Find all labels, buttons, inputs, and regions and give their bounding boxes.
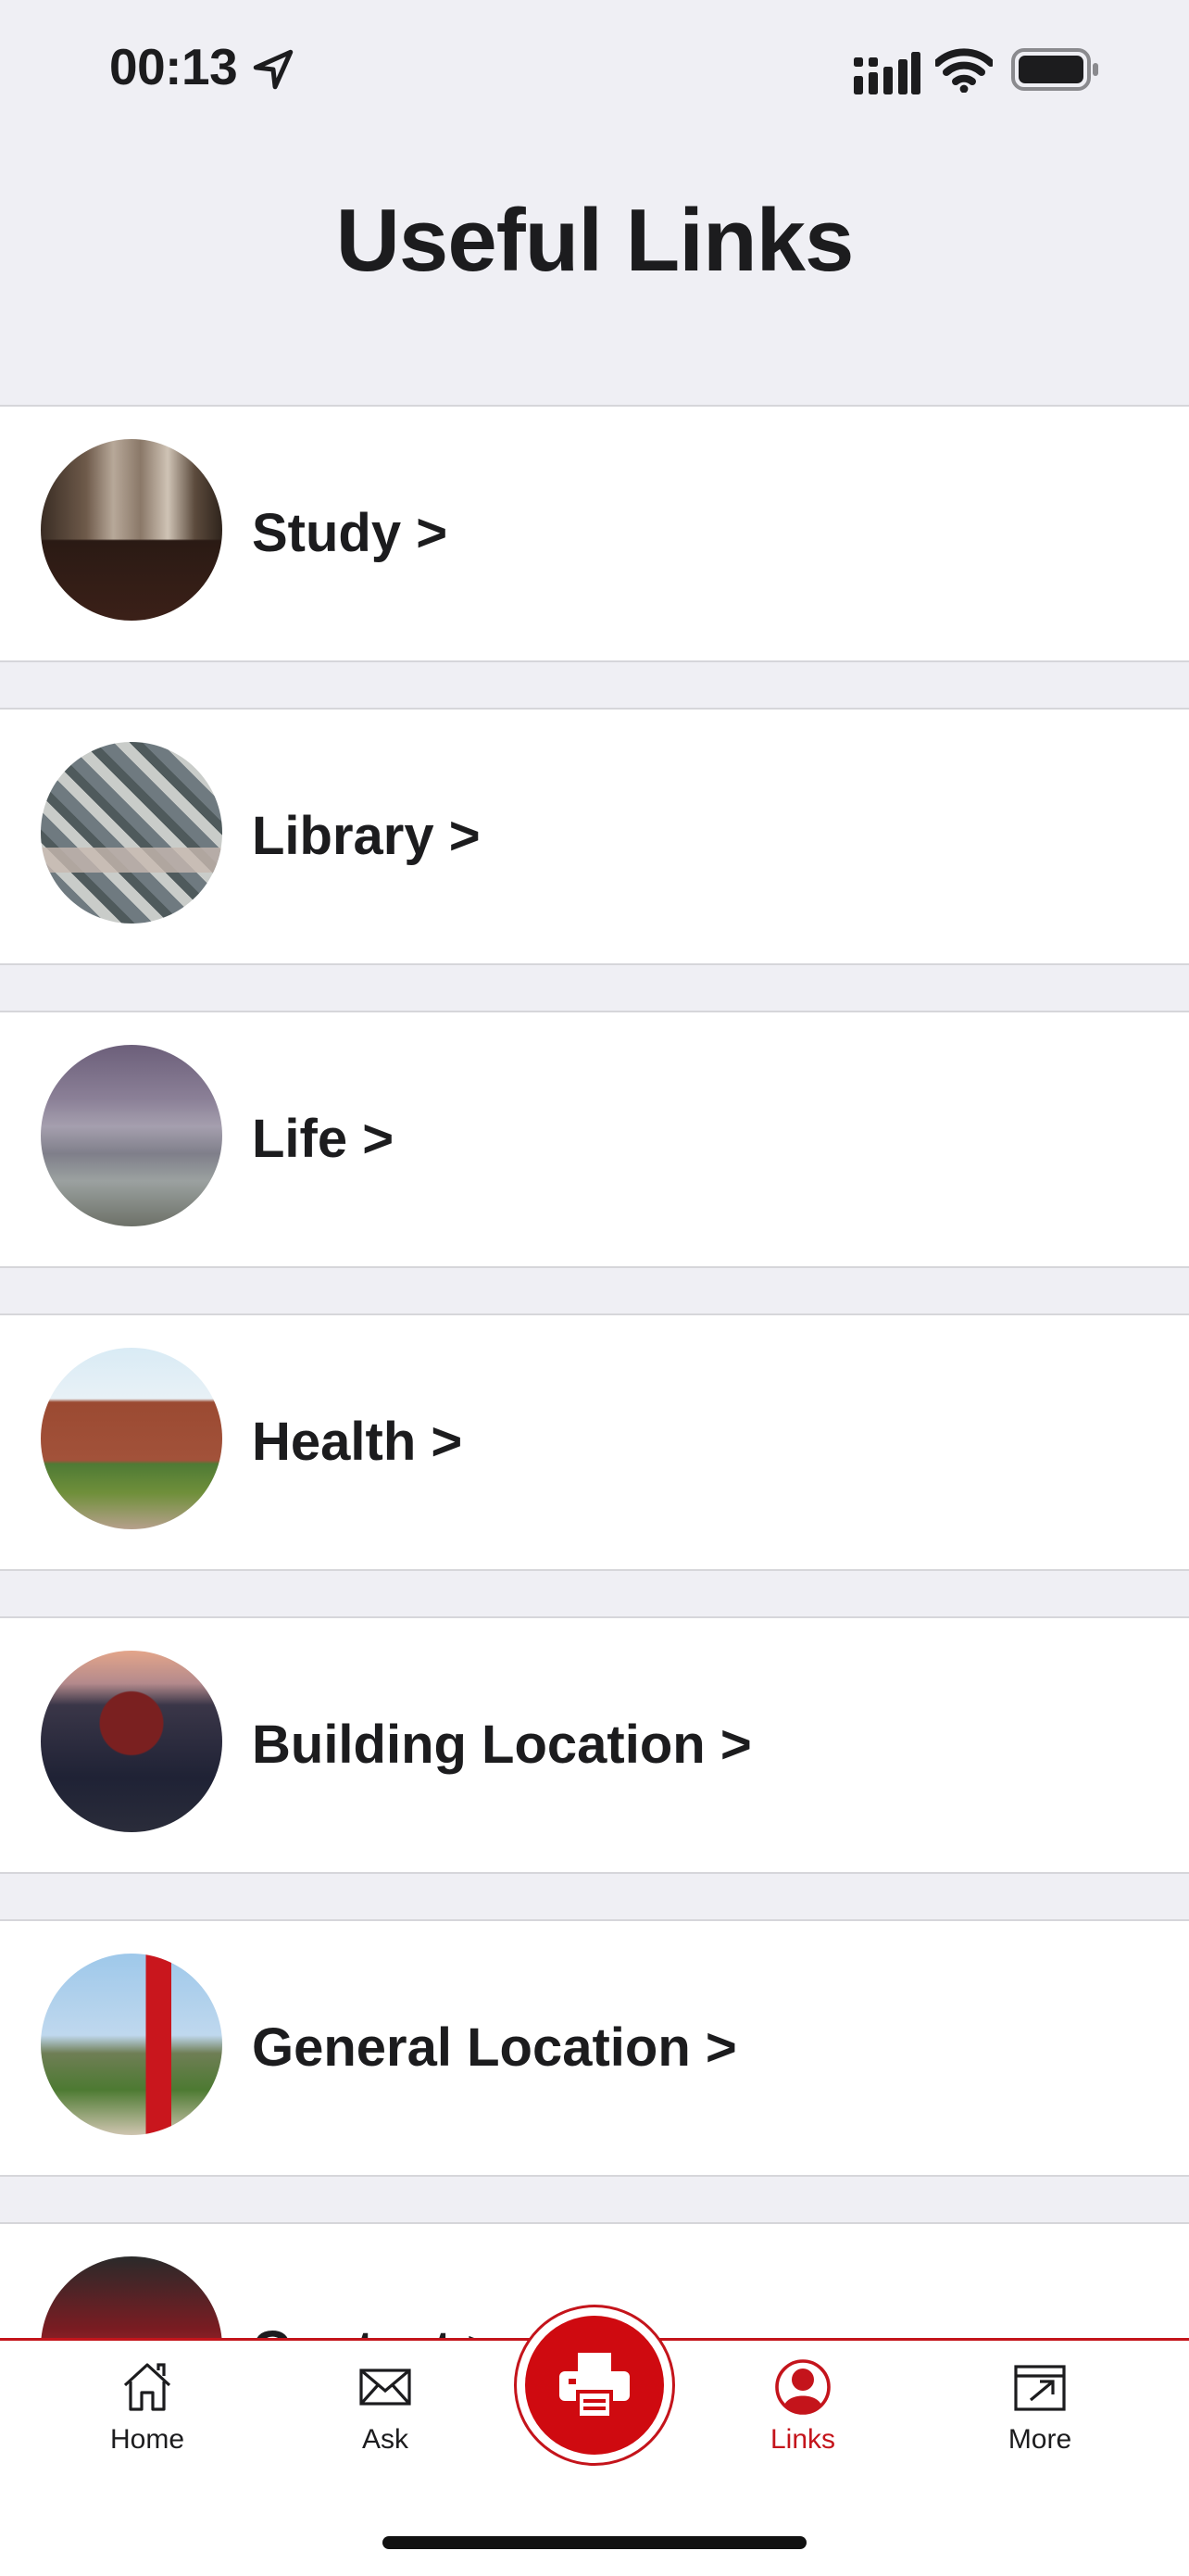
printer-icon: [559, 2353, 630, 2419]
library-photo-thumbnail: [41, 742, 222, 924]
status-bar: 00:13: [0, 0, 1189, 139]
link-label: Study >: [252, 503, 448, 563]
user-circle-icon: [775, 2359, 831, 2415]
tab-links[interactable]: Links: [729, 2357, 877, 2456]
link-row-health[interactable]: Health >: [0, 1313, 1189, 1571]
print-button[interactable]: [525, 2316, 664, 2455]
link-row-general-location[interactable]: General Location >: [0, 1919, 1189, 2177]
page-title: Useful Links: [335, 191, 855, 290]
tab-more[interactable]: More: [966, 2357, 1114, 2456]
health-photo-thumbnail: [41, 1348, 222, 1529]
link-label: Building Location >: [252, 1715, 752, 1775]
home-icon: [123, 2363, 171, 2411]
life-photo-thumbnail: [41, 1045, 222, 1226]
link-row-library[interactable]: Library >: [0, 708, 1189, 965]
link-row-study[interactable]: Study >: [0, 405, 1189, 662]
location-arrow-icon: [253, 49, 294, 90]
tab-home[interactable]: Home: [73, 2357, 221, 2456]
study-photo-thumbnail: [41, 439, 222, 621]
link-row-building-location[interactable]: Building Location >: [0, 1616, 1189, 1874]
building-photo-thumbnail: [41, 1651, 222, 1832]
link-label: Life >: [252, 1109, 394, 1169]
home-indicator: [382, 2536, 807, 2549]
general-location-photo-thumbnail: [41, 1954, 222, 2135]
tab-more-label: More: [1008, 2424, 1072, 2455]
battery-icon: [1011, 48, 1098, 91]
link-label: Health >: [252, 1412, 463, 1472]
link-label: General Location >: [252, 2017, 737, 2078]
tab-links-label: Links: [770, 2424, 836, 2455]
tab-ask-label: Ask: [361, 2424, 408, 2455]
tab-home-label: Home: [109, 2424, 185, 2455]
envelope-icon: [359, 2369, 411, 2406]
wifi-icon: [935, 48, 993, 93]
status-time: 00:13: [109, 38, 238, 95]
cellular-signal-icon: [854, 52, 920, 94]
tab-ask[interactable]: Ask: [311, 2357, 459, 2456]
link-row-life[interactable]: Life >: [0, 1011, 1189, 1268]
link-label: Library >: [252, 806, 481, 866]
external-link-icon: [1014, 2365, 1066, 2411]
